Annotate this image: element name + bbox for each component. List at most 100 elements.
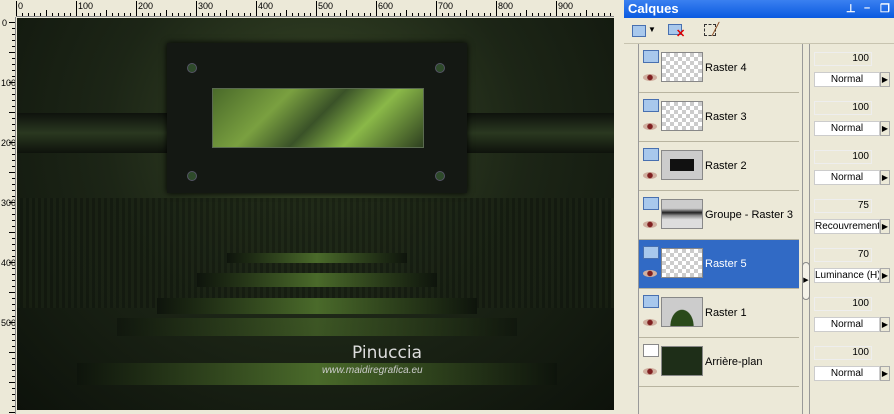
- ruler-tick: [12, 94, 15, 95]
- layer-name: Arrière-plan: [705, 356, 763, 368]
- opacity-slider[interactable]: 100: [814, 52, 872, 66]
- ruler-tick: [352, 13, 353, 16]
- opacity-slider[interactable]: 70: [814, 248, 872, 262]
- ruler-tick: [12, 208, 15, 209]
- layer-row[interactable]: Raster 1: [639, 289, 799, 338]
- ruler-tick: [94, 13, 95, 16]
- ruler-tick: [12, 328, 15, 329]
- frame-knob: [435, 171, 445, 181]
- layer-row[interactable]: Raster 4: [639, 44, 799, 93]
- signature: Pinuccia: [352, 343, 422, 363]
- ruler-tick: [334, 13, 335, 16]
- floor-step: [227, 253, 407, 263]
- visibility-eye-icon[interactable]: [643, 319, 657, 326]
- blend-dropdown-arrow[interactable]: ▶: [880, 268, 890, 283]
- pin-icon[interactable]: ⊥: [846, 2, 856, 15]
- visibility-eye-icon[interactable]: [643, 74, 657, 81]
- splitter-handle[interactable]: ▶: [802, 262, 810, 300]
- ruler-tick: [12, 64, 15, 65]
- delete-layer-icon[interactable]: ✕: [666, 22, 688, 40]
- layer-properties: 100 Normal ▶ 100 Normal ▶ 100 Normal ▶ 75 R…: [810, 44, 894, 414]
- blend-mode-select[interactable]: Normal: [814, 366, 880, 381]
- opacity-slider[interactable]: 100: [814, 346, 872, 360]
- ruler-tick: [12, 238, 15, 239]
- ruler-label: 0: [16, 1, 23, 16]
- ruler-label: 700: [436, 1, 453, 16]
- new-layer-icon[interactable]: ▼: [630, 22, 656, 40]
- ruler-tick: [130, 13, 131, 16]
- opacity-slider[interactable]: 100: [814, 150, 872, 164]
- ruler-tick: [12, 310, 15, 311]
- blend-dropdown-arrow[interactable]: ▶: [880, 366, 890, 381]
- ruler-tick: [12, 106, 15, 107]
- layer-props: 100 Normal ▶: [812, 44, 894, 93]
- visibility-eye-icon[interactable]: [643, 270, 657, 277]
- ruler-tick: [12, 88, 15, 89]
- ruler-tick: [118, 13, 119, 16]
- edit-selection-icon[interactable]: ╱: [702, 22, 724, 40]
- ruler-tick: [106, 10, 107, 16]
- floor-step: [157, 298, 477, 314]
- ruler-tick: [12, 160, 15, 161]
- layer-type-icon: [643, 246, 659, 259]
- ruler-tick: [12, 100, 15, 101]
- vertical-ruler: 0 100 200 300 400 500: [0, 17, 16, 414]
- blend-mode-select[interactable]: Normal: [814, 72, 880, 87]
- ruler-tick: [9, 112, 15, 113]
- layer-row[interactable]: Groupe - Raster 3: [639, 191, 799, 240]
- ruler-tick: [12, 76, 15, 77]
- blend-dropdown-arrow[interactable]: ▶: [880, 121, 890, 136]
- restore-icon[interactable]: ❐: [880, 2, 890, 15]
- layers-toolbar: ▼ ✕ ╱: [624, 18, 894, 44]
- ruler-label: 300: [1, 198, 16, 208]
- blend-mode-select[interactable]: Normal: [814, 170, 880, 185]
- ruler-tick: [172, 13, 173, 16]
- blend-mode-select[interactable]: Normal: [814, 121, 880, 136]
- panel-splitter[interactable]: [802, 44, 810, 414]
- layer-row[interactable]: Arrière-plan: [639, 338, 799, 387]
- blend-mode-select[interactable]: Recouvrement: [814, 219, 880, 234]
- opacity-slider[interactable]: 100: [814, 101, 872, 115]
- visibility-eye-icon[interactable]: [643, 368, 657, 375]
- ruler-tick: [12, 220, 15, 221]
- ruler-tick: [244, 13, 245, 16]
- ruler-tick: [550, 13, 551, 16]
- minimize-icon[interactable]: –: [864, 2, 870, 14]
- ruler-tick: [12, 34, 15, 35]
- opacity-slider[interactable]: 100: [814, 297, 872, 311]
- ruler-tick: [40, 13, 41, 16]
- layer-props: 100 Normal ▶: [812, 142, 894, 191]
- frame-knob: [187, 171, 197, 181]
- ruler-tick: [166, 10, 167, 16]
- ruler-tick: [466, 10, 467, 16]
- layer-row[interactable]: Raster 5: [639, 240, 799, 289]
- ruler-tick: [9, 292, 15, 293]
- ruler-tick: [12, 268, 15, 269]
- blend-dropdown-arrow[interactable]: ▶: [880, 170, 890, 185]
- visibility-eye-icon[interactable]: [643, 172, 657, 179]
- layer-row[interactable]: Raster 3: [639, 93, 799, 142]
- visibility-eye-icon[interactable]: [643, 123, 657, 130]
- blend-dropdown-arrow[interactable]: ▶: [880, 72, 890, 87]
- blend-mode-select[interactable]: Normal: [814, 317, 880, 332]
- blend-mode-select[interactable]: Luminance (H): [814, 268, 880, 283]
- ruler-tick: [226, 10, 227, 16]
- frame: [167, 43, 467, 193]
- opacity-slider[interactable]: 75: [814, 199, 872, 213]
- blend-dropdown-arrow[interactable]: ▶: [880, 317, 890, 332]
- ruler-label: 200: [1, 138, 16, 148]
- layer-row[interactable]: Raster 2: [639, 142, 799, 191]
- ruler-tick: [12, 190, 15, 191]
- ruler-tick: [178, 13, 179, 16]
- blend-dropdown-arrow[interactable]: ▶: [880, 219, 890, 234]
- image-canvas[interactable]: Pinuccia www.maidiregrafica.eu: [17, 18, 614, 410]
- ruler-tick: [160, 13, 161, 16]
- ruler-tick: [12, 244, 15, 245]
- ruler-tick: [544, 13, 545, 16]
- ruler-tick: [12, 280, 15, 281]
- website-url: www.maidiregrafica.eu: [322, 365, 423, 376]
- floor-step: [117, 318, 517, 336]
- visibility-eye-icon[interactable]: [643, 221, 657, 228]
- ruler-tick: [340, 13, 341, 16]
- ruler-tick: [12, 346, 15, 347]
